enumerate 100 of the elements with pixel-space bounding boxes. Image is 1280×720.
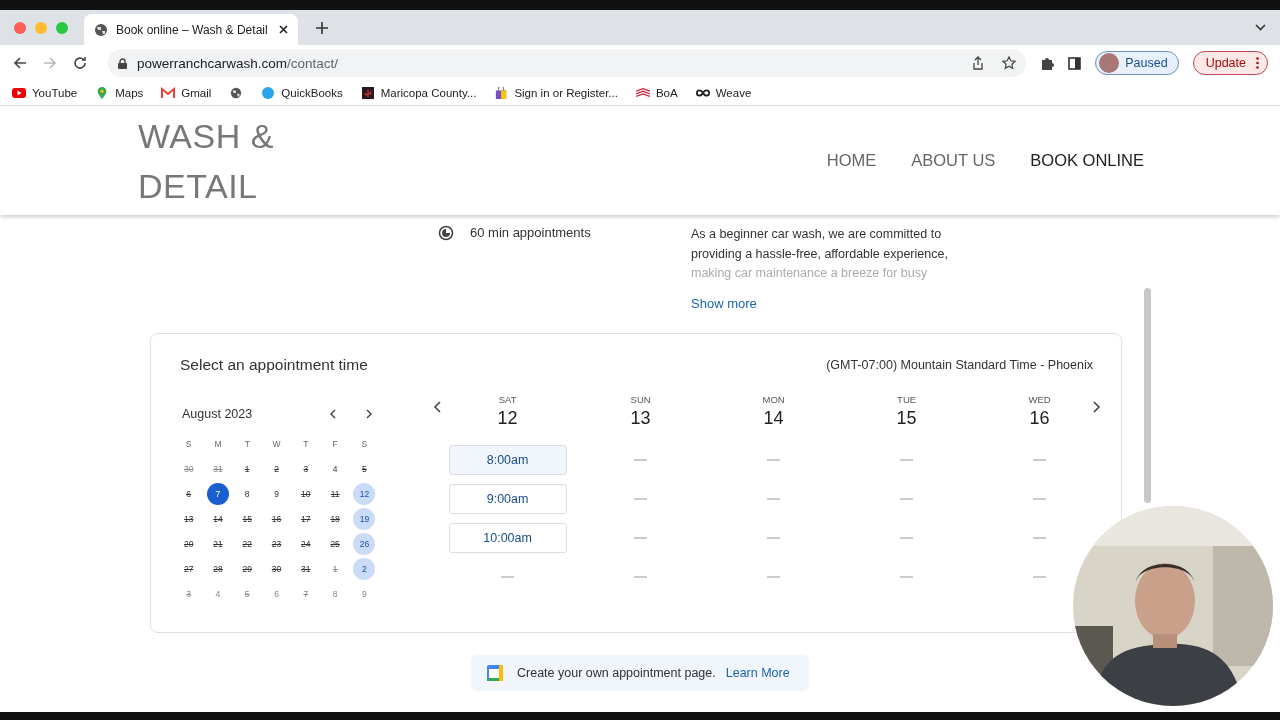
calendar-day[interactable]: 29 [236, 557, 259, 580]
date-number: 16 [1029, 408, 1050, 429]
calendar-day[interactable]: 15 [236, 507, 259, 530]
no-slot-dash [767, 498, 781, 500]
weekday-letter: S [185, 438, 192, 449]
nav-link[interactable]: ABOUT US [911, 151, 996, 170]
calendar-day[interactable]: 17 [294, 507, 317, 530]
calendar-day[interactable]: 3 [177, 582, 200, 605]
time-slot[interactable]: 9:00am [448, 484, 567, 514]
nav-link[interactable]: HOME [826, 151, 877, 170]
browser-tab[interactable]: Book online – Wash & Detail [84, 14, 298, 45]
puzzle-icon[interactable] [1040, 56, 1055, 70]
no-slot-dash [900, 498, 914, 500]
bookmark[interactable]: YouTube [12, 87, 78, 99]
calendar-day[interactable]: 8 [324, 582, 347, 605]
chevron-right-icon[interactable] [366, 409, 374, 419]
weekday-letter: T [244, 438, 250, 449]
no-slot-dash [900, 459, 914, 461]
calendar-day[interactable]: 30 [265, 557, 288, 580]
calendar-day[interactable]: 18 [324, 507, 347, 530]
calendar-day[interactable]: 1 [324, 557, 347, 580]
weekday-letter: M [214, 438, 222, 449]
description-line: providing a hassle-free, affordable experience, [691, 245, 949, 263]
calendar-day[interactable]: 12 [353, 482, 376, 505]
calendar-day[interactable]: 26 [353, 532, 376, 555]
loop-icon [695, 87, 710, 99]
site-logo-text[interactable]: DETAIL [138, 160, 274, 211]
timezone-text: (GMT-07:00) Mountain Standard Time - Phoenix [826, 358, 1093, 372]
back-icon[interactable] [12, 55, 28, 71]
more-icon [1256, 57, 1259, 69]
show-more-link[interactable]: Show more [691, 295, 757, 311]
star-icon[interactable] [1002, 56, 1017, 70]
no-slot-dash [1033, 498, 1047, 500]
calendar-day[interactable]: 6 [265, 582, 288, 605]
bookmark[interactable]: Gmail [161, 87, 212, 99]
calendar-day[interactable]: 1 [236, 457, 259, 480]
play-icon [12, 87, 26, 99]
calendar-day[interactable]: 11 [324, 482, 347, 505]
calendar-day[interactable]: 8 [236, 482, 259, 505]
reload-icon[interactable] [72, 55, 88, 71]
side-panel-icon[interactable] [1068, 56, 1082, 70]
weekday-label: WED [1028, 394, 1051, 405]
bookmark[interactable]: BoA [635, 87, 678, 99]
calendar-day[interactable]: 5 [236, 582, 259, 605]
calendar-day[interactable]: 31 [294, 557, 317, 580]
bookmark[interactable]: Sign in or Register... [494, 87, 618, 99]
no-slot-dash [767, 459, 781, 461]
calendar-day[interactable]: 21 [206, 532, 229, 555]
month-label: August 2023 [181, 407, 254, 421]
nav-link[interactable]: BOOK ONLINE [1030, 151, 1144, 170]
calendar-day[interactable]: 9 [353, 582, 376, 605]
time-slot[interactable]: 8:00am [448, 445, 567, 475]
time-slot[interactable]: 10:00am [448, 523, 567, 553]
add-tab-icon[interactable] [314, 19, 330, 36]
globe-icon [94, 22, 108, 37]
calendar-icon [487, 665, 503, 681]
calendar-day[interactable]: 2 [265, 457, 288, 480]
address-bar[interactable]: powerranchcarwash.com/contact/ [108, 49, 1027, 77]
bookmark[interactable]: Weave [695, 87, 752, 99]
calendar-day[interactable]: 2 [353, 557, 376, 580]
chevron-left-icon[interactable] [329, 409, 337, 419]
avatar-icon [1099, 53, 1120, 73]
profile-button[interactable]: Paused [1095, 51, 1179, 75]
card-title: Select an appointment time [180, 356, 368, 374]
calendar-day[interactable]: 25 [324, 532, 347, 555]
chevron-down-icon[interactable] [1255, 24, 1266, 31]
bookmark[interactable]: Maricopa County... [360, 87, 477, 99]
calendar-day[interactable]: 20 [177, 532, 200, 555]
calendar-day[interactable]: 3 [294, 457, 317, 480]
calendar-day[interactable]: 28 [206, 557, 229, 580]
bookmark[interactable]: Maps [95, 87, 144, 99]
flag-icon [635, 87, 650, 99]
calendar-day[interactable]: 6 [177, 482, 200, 505]
calendar-day[interactable]: 23 [265, 532, 288, 555]
calendar-day[interactable]: 10 [294, 482, 317, 505]
calendar-day[interactable]: 22 [236, 532, 259, 555]
calendar-day[interactable]: 5 [353, 457, 376, 480]
calendar-day[interactable]: 16 [265, 507, 288, 530]
learn-more-link[interactable]: Learn More [725, 666, 790, 680]
calendar-day[interactable]: 4 [324, 457, 347, 480]
site-logo-text[interactable]: WASH & [138, 110, 274, 161]
calendar-day[interactable]: 7 [206, 482, 229, 505]
calendar-day[interactable]: 27 [177, 557, 200, 580]
calendar-day[interactable]: 30 [177, 457, 200, 480]
calendar-day[interactable]: 4 [206, 582, 229, 605]
share-icon[interactable] [972, 56, 985, 70]
calendar-day[interactable]: 24 [294, 532, 317, 555]
calendar-day[interactable]: 13 [177, 507, 200, 530]
lock-icon [118, 57, 127, 69]
mail-icon [161, 87, 176, 99]
update-button[interactable]: Update [1192, 51, 1268, 75]
calendar-day[interactable]: 19 [353, 507, 376, 530]
calendar-day[interactable]: 9 [265, 482, 288, 505]
calendar-day[interactable]: 14 [206, 507, 229, 530]
calendar-day[interactable]: 31 [206, 457, 229, 480]
scrollbar[interactable] [1144, 288, 1151, 503]
close-icon[interactable] [279, 25, 288, 34]
bookmark[interactable]: QuickBooks [261, 87, 343, 99]
calendar-day[interactable]: 7 [294, 582, 317, 605]
weekday-label: TUE [897, 394, 917, 405]
